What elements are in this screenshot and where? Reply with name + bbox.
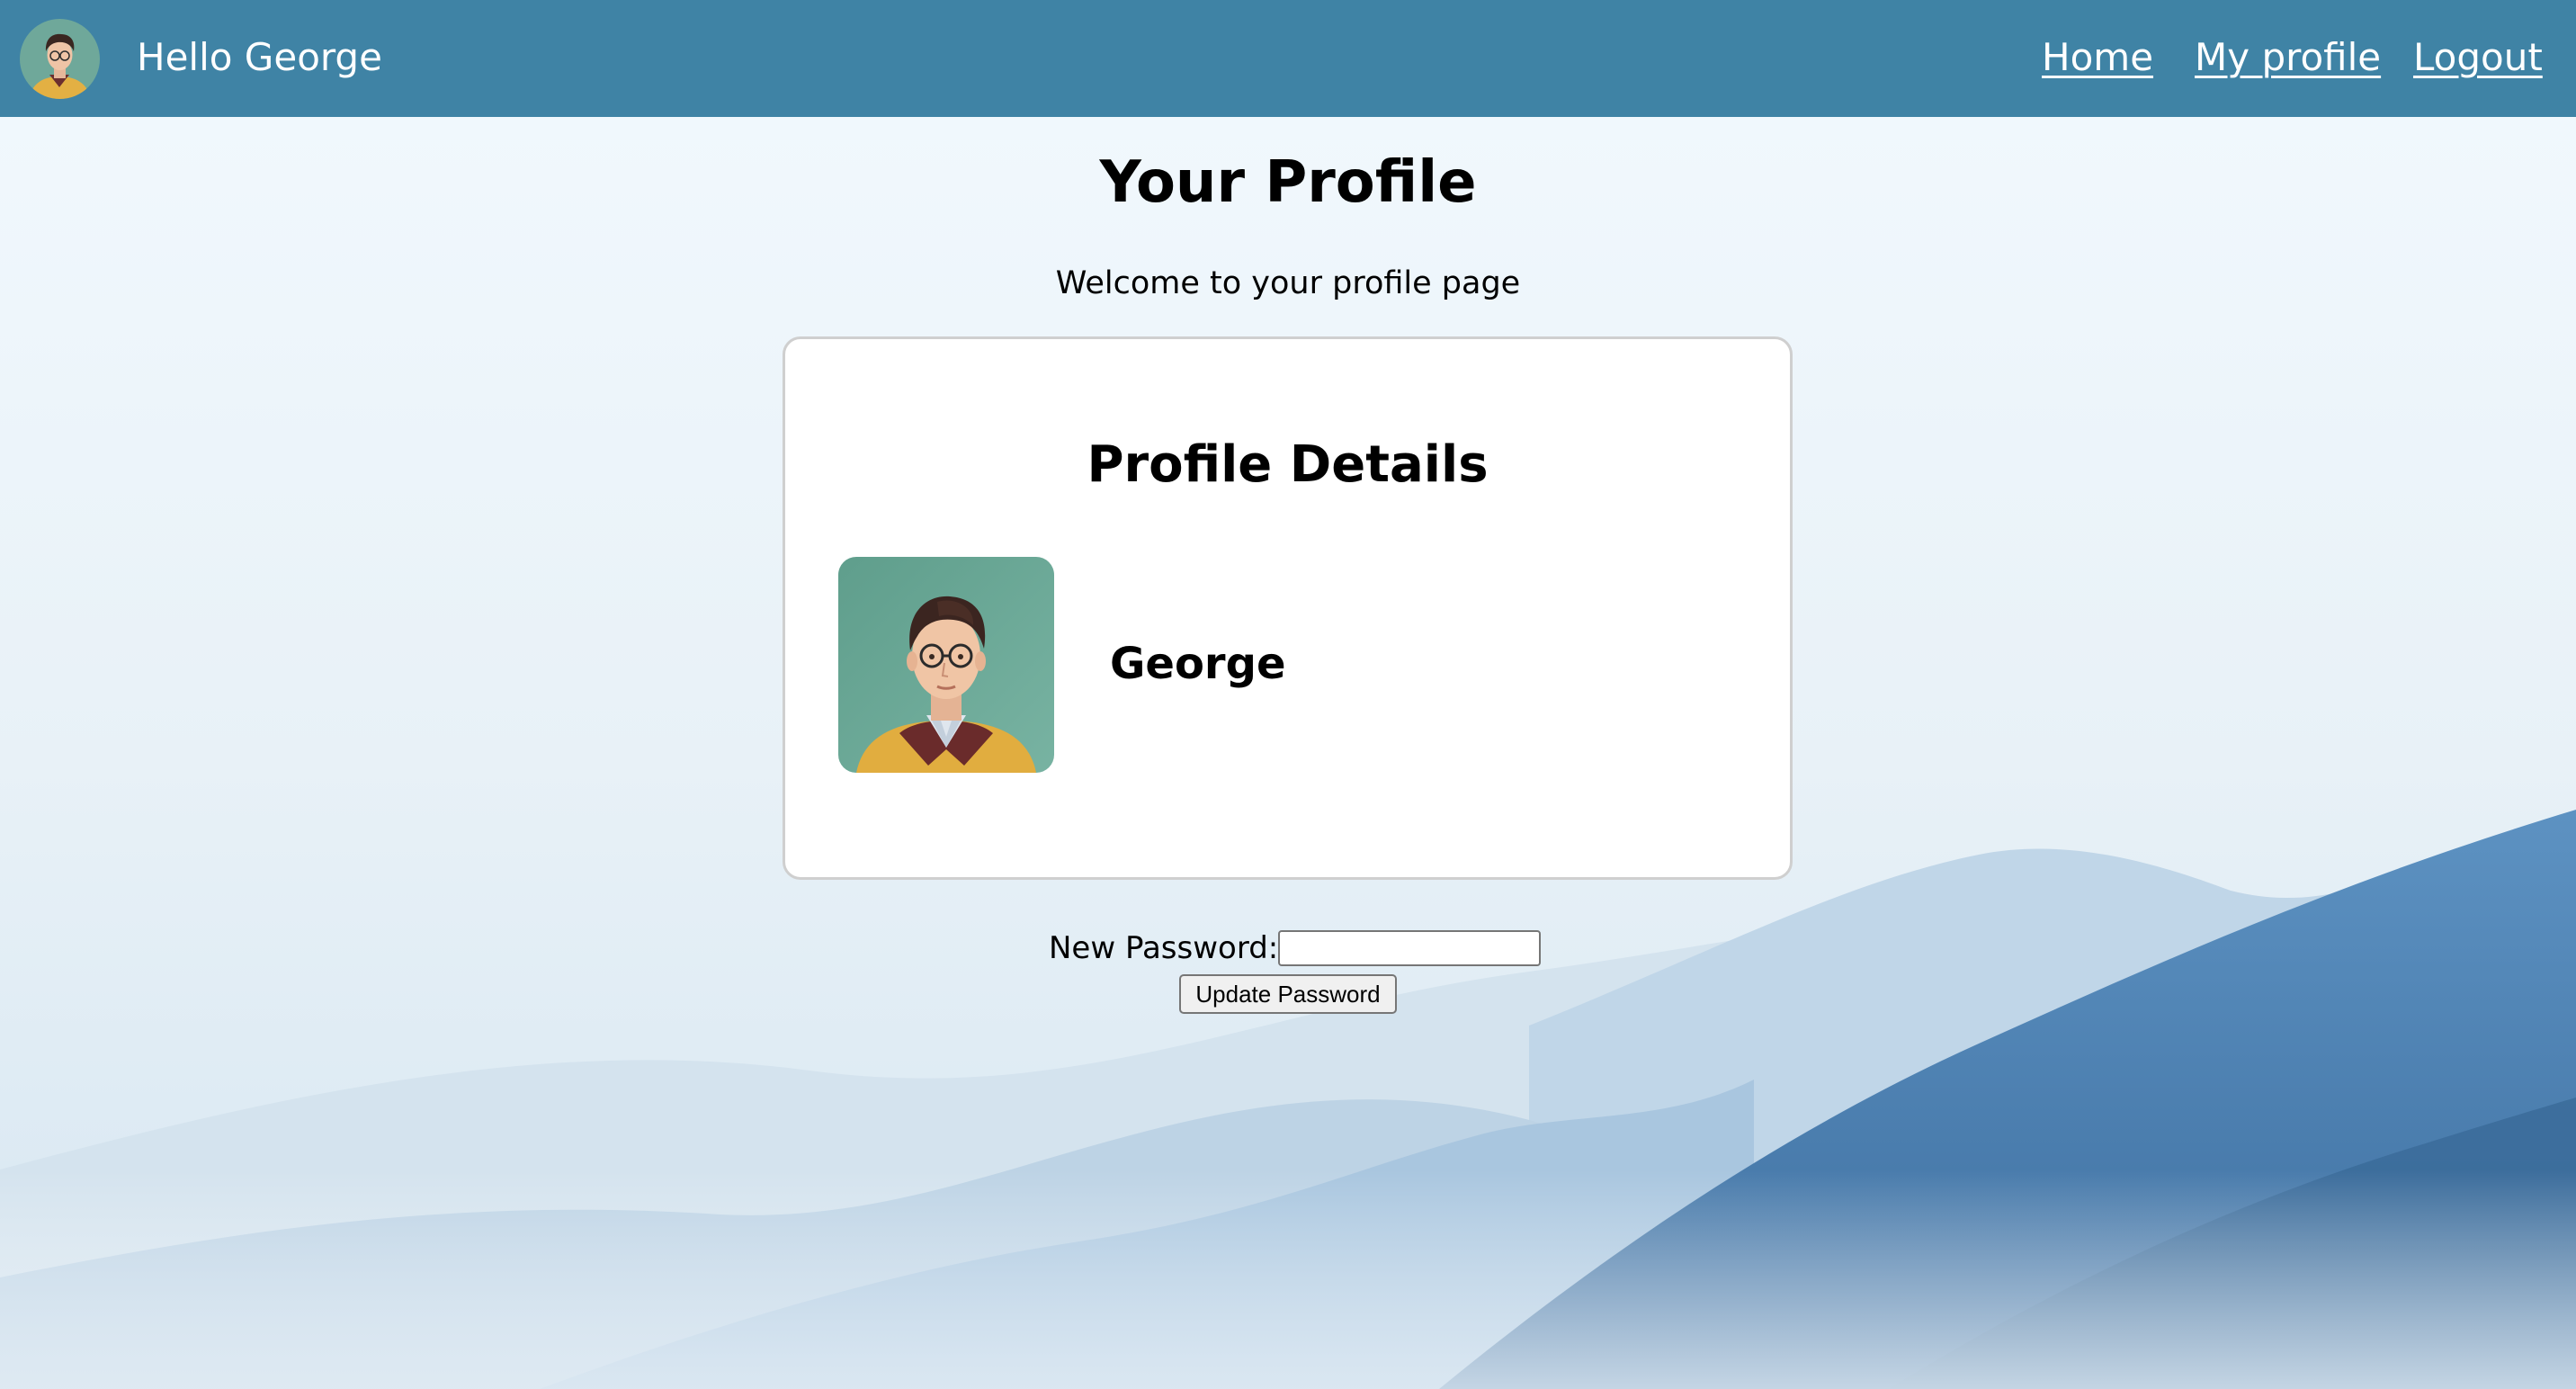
user-avatar-icon[interactable] [20,19,100,99]
page-subtitle: Welcome to your profile page [1055,265,1521,301]
greeting-text: Hello George [137,35,382,79]
password-form: New Password: [1049,927,1542,970]
profile-details-title: Profile Details [1087,435,1489,494]
profile-name: George [1110,639,1286,689]
nav-link-logout[interactable]: Logout [2413,31,2543,85]
page-title: Your Profile [1099,149,1477,216]
new-password-label: New Password: [1049,930,1279,966]
update-password-button[interactable]: Update Password [1179,974,1397,1014]
top-navbar: Hello George Home My profile Logout [0,0,2576,117]
profile-details-card: Profile Details George [783,336,1793,880]
profile-photo [838,557,1054,773]
new-password-input[interactable] [1278,930,1542,966]
nav-link-my-profile[interactable]: My profile [2195,31,2381,85]
nav-link-home[interactable]: Home [2042,31,2153,85]
